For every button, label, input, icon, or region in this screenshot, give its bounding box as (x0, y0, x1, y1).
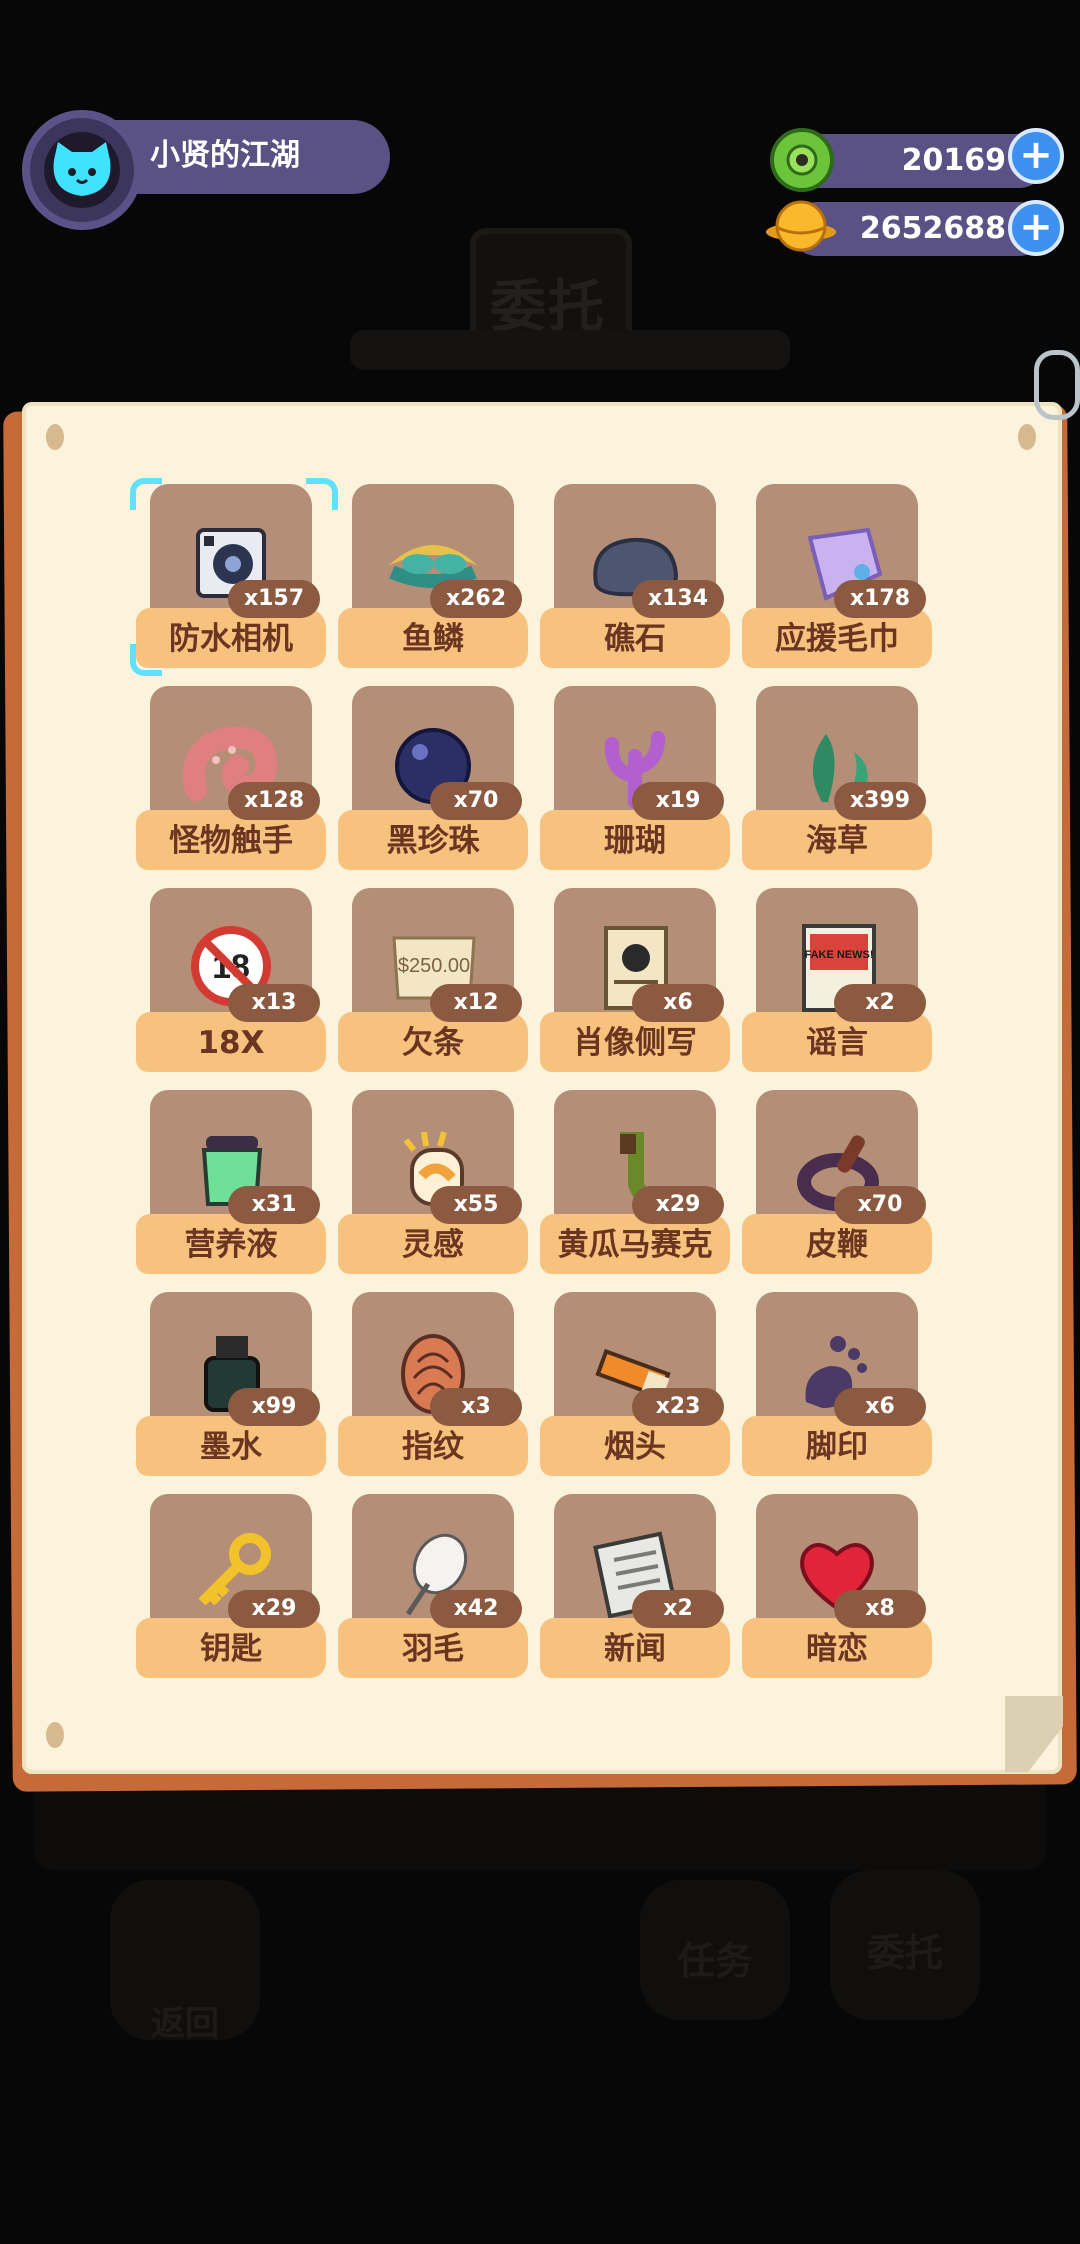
item-name: 脚印 (806, 1429, 868, 1465)
gem-icon (770, 128, 834, 192)
item-name: 墨水 (200, 1429, 262, 1465)
item-name: 灵感 (402, 1227, 464, 1263)
commission-button[interactable]: 委托 (830, 1870, 980, 2020)
inventory-item[interactable]: x128 怪物触手 (136, 686, 326, 876)
inventory-item[interactable]: x157 防水相机 (130, 478, 338, 676)
cat-avatar-icon (53, 142, 111, 196)
inventory-item[interactable]: x31 营养液 (136, 1090, 326, 1280)
task-button[interactable]: 任务 (640, 1880, 790, 2020)
item-name: 鱼鳞 (402, 621, 464, 657)
planet-coin-icon (766, 200, 836, 252)
item-name: 烟头 (604, 1429, 666, 1465)
avatar-inner (44, 132, 120, 208)
inventory-item[interactable]: x29 钥匙 (136, 1494, 326, 1684)
svg-text:$250.00: $250.00 (398, 955, 470, 977)
item-name: 珊瑚 (604, 823, 666, 859)
inventory-item[interactable]: x3 指纹 (338, 1292, 528, 1482)
inventory-item[interactable]: x70 皮鞭 (742, 1090, 932, 1280)
item-name: 羽毛 (402, 1631, 464, 1667)
add-coins-button[interactable]: + (1008, 200, 1064, 256)
inventory-item[interactable]: x6 脚印 (742, 1292, 932, 1482)
item-name: 怪物触手 (169, 823, 293, 859)
inventory-item[interactable]: x178 应援毛巾 (742, 484, 932, 674)
item-name: 皮鞭 (806, 1227, 868, 1263)
return-button[interactable]: 返回 (110, 1880, 260, 2044)
item-name: 钥匙 (200, 1631, 262, 1667)
inventory-item[interactable]: $250.00 x12 欠条 (338, 888, 528, 1078)
inventory-item[interactable]: 18x1318X (136, 888, 326, 1078)
selection-corner (306, 478, 338, 510)
item-name: 欠条 (402, 1025, 464, 1061)
pin-icon (46, 424, 64, 450)
inventory-item[interactable]: x399 海草 (742, 686, 932, 876)
item-name: 礁石 (604, 621, 666, 657)
inventory-item[interactable]: x70 黑珍珠 (338, 686, 528, 876)
item-name: 18X (197, 1025, 265, 1061)
inventory-item[interactable]: x23 烟头 (540, 1292, 730, 1482)
add-gems-button[interactable]: + (1008, 128, 1064, 184)
item-name: 防水相机 (169, 621, 293, 657)
item-name: 新闻 (604, 1631, 666, 1667)
task-label: 任务 (676, 1939, 753, 1983)
inventory-item[interactable]: x6 肖像侧写 (540, 888, 730, 1078)
paper-clip-icon (1034, 350, 1080, 420)
item-name: 营养液 (184, 1227, 278, 1263)
coin-amount: 2652688 (859, 211, 1006, 246)
inventory-item[interactable]: x99 墨水 (136, 1292, 326, 1482)
inventory-item[interactable]: FAKE NEWS! x2 谣言 (742, 888, 932, 1078)
selection-corner (130, 478, 162, 510)
gem-amount: 20169 (901, 143, 1006, 178)
return-label: 返回 (151, 2004, 219, 2044)
item-name: 肖像侧写 (573, 1025, 697, 1061)
item-name: 黄瓜马赛克 (557, 1227, 713, 1263)
item-name: 指纹 (402, 1429, 464, 1465)
inventory-item[interactable]: x8 暗恋 (742, 1494, 932, 1684)
inventory-item[interactable]: x19 珊瑚 (540, 686, 730, 876)
selection-corner (130, 644, 162, 676)
svg-text:FAKE NEWS!: FAKE NEWS! (804, 949, 873, 961)
commission-label: 委托 (866, 1931, 943, 1975)
item-name: 黑珍珠 (386, 823, 480, 859)
item-name: 海草 (806, 823, 868, 859)
item-name: 应援毛巾 (775, 621, 899, 657)
inventory-item[interactable]: x2 新闻 (540, 1494, 730, 1684)
inventory-item[interactable]: x42 羽毛 (338, 1494, 528, 1684)
inventory-item[interactable]: x134 礁石 (540, 484, 730, 674)
inventory-item[interactable]: x29 黄瓜马赛克 (540, 1090, 730, 1280)
avatar[interactable] (22, 110, 142, 230)
pin-icon (46, 1722, 64, 1748)
item-name: 暗恋 (806, 1631, 868, 1667)
inventory-item[interactable]: x55 灵感 (338, 1090, 528, 1280)
inventory-item[interactable]: x262 鱼鳞 (338, 484, 528, 674)
profile-name: 小贤的江湖 (150, 138, 300, 173)
background-desk (350, 330, 790, 370)
item-name: 谣言 (806, 1025, 868, 1061)
pin-icon (1018, 424, 1036, 450)
